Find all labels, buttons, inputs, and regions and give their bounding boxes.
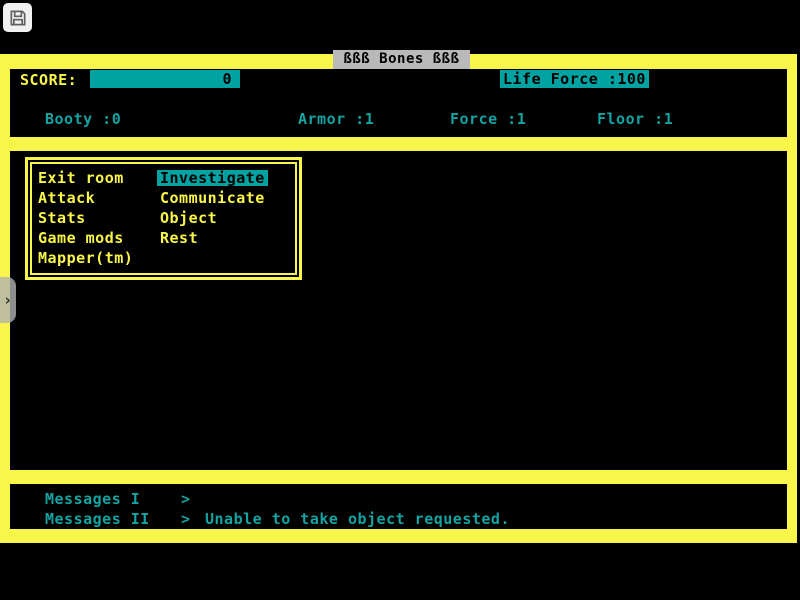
messages-1-prompt: > (181, 491, 191, 507)
sidebar-drawer-handle[interactable]: › (0, 277, 16, 323)
stat-booty: Booty :0 (45, 111, 121, 127)
score-bar: 0 (90, 70, 240, 88)
messages-2-prompt: > (181, 511, 191, 527)
menu-item-communicate[interactable]: Communicate (160, 190, 265, 206)
game-title-bar: ßßß Bones ßßß (333, 50, 470, 69)
menu-item-rest[interactable]: Rest (160, 230, 198, 246)
chevron-right-icon: › (5, 292, 12, 308)
stat-armor: Armor :1 (298, 111, 374, 127)
game-title: ßßß Bones ßßß (343, 51, 459, 67)
menu-item-object[interactable]: Object (160, 210, 217, 226)
life-force-label: Life Force :100 (503, 70, 646, 88)
stat-floor: Floor :1 (597, 111, 673, 127)
menu-item-mapper[interactable]: Mapper(tm) (38, 250, 133, 266)
floppy-disk-save-icon (8, 8, 28, 28)
save-button[interactable] (3, 3, 32, 32)
menu-item-exit-room[interactable]: Exit room (38, 170, 124, 186)
menu-item-game-mods[interactable]: Game mods (38, 230, 124, 246)
score-label: SCORE: (20, 72, 77, 88)
menu-item-attack[interactable]: Attack (38, 190, 95, 206)
score-value: 0 (222, 70, 232, 88)
stat-force: Force :1 (450, 111, 526, 127)
menu-item-investigate[interactable]: Investigate (157, 170, 268, 186)
messages-1-label: Messages I (45, 491, 140, 507)
messages-2-text: Unable to take object requested. (205, 511, 510, 527)
menu-item-stats[interactable]: Stats (38, 210, 86, 226)
game-screen: ßßß Bones ßßß SCORE: 0 Life Force :100 B… (0, 0, 800, 600)
life-force-badge: Life Force :100 (500, 70, 649, 88)
messages-2-label: Messages II (45, 511, 150, 527)
